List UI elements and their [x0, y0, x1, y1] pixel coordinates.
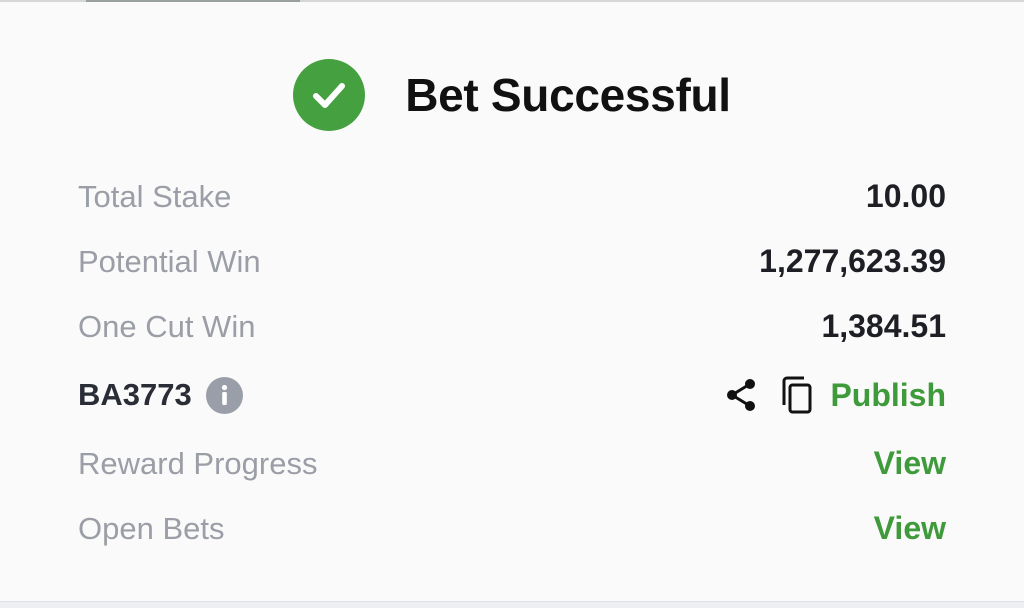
bet-details: Total Stake 10.00 Potential Win 1,277,62…: [78, 164, 946, 561]
booking-code-group: BA3773: [78, 376, 243, 414]
success-header: Bet Successful: [0, 58, 1024, 132]
open-bets-view-link[interactable]: View: [874, 510, 946, 547]
booking-actions: Publish: [724, 375, 946, 415]
one-cut-win-label: One Cut Win: [78, 308, 256, 344]
top-divider-accent: [86, 0, 300, 2]
publish-button[interactable]: Publish: [830, 377, 946, 414]
reward-progress-view-link[interactable]: View: [874, 445, 946, 482]
info-icon[interactable]: [205, 376, 243, 414]
potential-win-value: 1,277,623.39: [759, 243, 946, 279]
potential-win-label: Potential Win: [78, 243, 261, 279]
check-circle-icon: [293, 59, 366, 131]
total-stake-label: Total Stake: [78, 178, 232, 214]
potential-win-row: Potential Win 1,277,623.39: [78, 229, 946, 294]
total-stake-value: 10.00: [865, 178, 946, 214]
bottom-divider: [0, 601, 1024, 608]
bet-success-card: Bet Successful Total Stake 10.00 Potenti…: [0, 0, 1024, 608]
copy-icon[interactable]: [780, 375, 814, 415]
total-stake-row: Total Stake 10.00: [78, 164, 946, 229]
page-title: Bet Successful: [405, 69, 731, 121]
one-cut-win-row: One Cut Win 1,384.51: [78, 294, 946, 359]
one-cut-win-value: 1,384.51: [821, 308, 946, 344]
booking-code: BA3773: [78, 377, 192, 412]
reward-progress-label: Reward Progress: [78, 445, 318, 481]
open-bets-row: Open Bets View: [78, 496, 946, 561]
share-icon[interactable]: [724, 377, 758, 413]
open-bets-label: Open Bets: [78, 510, 225, 546]
booking-code-row: BA3773 Publish: [78, 359, 946, 431]
reward-progress-row: Reward Progress View: [78, 431, 946, 496]
